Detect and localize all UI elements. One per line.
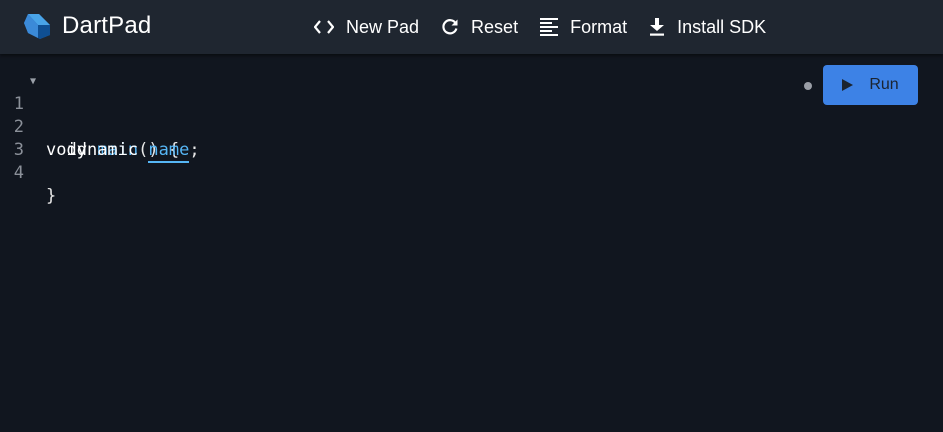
code-editor[interactable]: 1 ▼ void main() { 2 dynamic name; 3 4 } … bbox=[0, 54, 943, 432]
status-indicator bbox=[804, 82, 812, 90]
code-line: 3 bbox=[0, 116, 41, 160]
refresh-icon bbox=[442, 19, 458, 35]
install-sdk-label: Install SDK bbox=[677, 16, 767, 37]
code-line: 1 ▼ void main() { bbox=[0, 70, 179, 160]
indent-token bbox=[46, 140, 66, 160]
line-number: 4 bbox=[13, 163, 24, 183]
toolbar: New Pad Reset Format Install SDK bbox=[314, 0, 788, 54]
app-title: DartPad bbox=[62, 12, 152, 39]
format-button[interactable]: Format bbox=[540, 9, 627, 45]
format-label: Format bbox=[570, 16, 628, 37]
code-line: 4 } bbox=[0, 139, 57, 206]
new-pad-button[interactable]: New Pad bbox=[314, 9, 419, 45]
play-icon bbox=[842, 79, 854, 91]
code-line: 2 dynamic name; bbox=[0, 93, 200, 163]
code-text: dynamic name; bbox=[46, 139, 200, 163]
closing-brace-token: } bbox=[46, 186, 57, 206]
dart-logo-icon bbox=[24, 14, 50, 39]
download-icon bbox=[650, 18, 665, 36]
brand[interactable]: DartPad bbox=[22, 10, 151, 42]
run-label: Run bbox=[869, 76, 899, 93]
format-align-icon bbox=[540, 18, 559, 36]
fold-toggle-icon[interactable]: ▼ bbox=[30, 70, 36, 93]
reset-button[interactable]: Reset bbox=[441, 9, 518, 45]
code-icon bbox=[314, 20, 334, 34]
code-text: } bbox=[46, 185, 56, 208]
run-button[interactable]: Run bbox=[823, 65, 918, 105]
reset-label: Reset bbox=[471, 16, 519, 37]
install-sdk-button[interactable]: Install SDK bbox=[649, 9, 766, 45]
type-token: dynamic bbox=[66, 140, 149, 160]
identifier-token[interactable]: name bbox=[148, 140, 190, 163]
new-pad-label: New Pad bbox=[346, 16, 420, 37]
semicolon-token: ; bbox=[189, 140, 200, 160]
app-header: DartPad New Pad Reset Format Install SDK bbox=[0, 0, 943, 54]
